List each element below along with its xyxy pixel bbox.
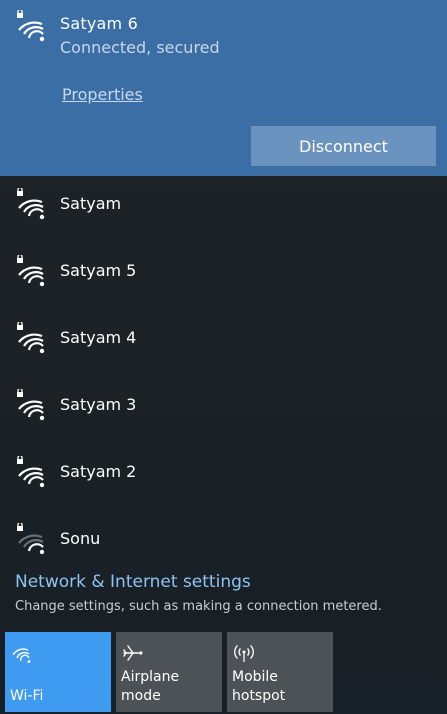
- mobile-hotspot-tile[interactable]: Mobile hotspot: [227, 632, 333, 712]
- network-name: Sonu: [60, 529, 101, 548]
- mobile-hotspot-label: Mobile hotspot: [232, 669, 286, 704]
- properties-link[interactable]: Properties: [62, 85, 143, 104]
- network-item[interactable]: Satyam 2: [0, 446, 447, 512]
- wifi-secured-icon: [14, 389, 48, 423]
- wifi-secured-icon: [14, 322, 48, 356]
- wifi-secured-icon: [14, 255, 48, 289]
- network-item[interactable]: Satyam 5: [0, 245, 447, 311]
- network-item[interactable]: Satyam 3: [0, 379, 447, 445]
- network-item[interactable]: Satyam 4: [0, 312, 447, 378]
- network-name: Satyam 2: [60, 462, 137, 481]
- disconnect-button[interactable]: Disconnect: [251, 126, 436, 166]
- network-settings-link[interactable]: Network & Internet settings: [15, 572, 251, 592]
- network-name: Satyam 3: [60, 395, 137, 414]
- network-name: Satyam: [60, 194, 122, 213]
- wifi-secured-weak-icon: [14, 523, 48, 557]
- wifi-secured-icon: [14, 188, 48, 222]
- network-item[interactable]: Satyam: [0, 178, 447, 244]
- network-name: Satyam 5: [60, 261, 137, 280]
- connected-network-panel[interactable]: Satyam 6 Connected, secured Properties D…: [0, 0, 447, 176]
- hotspot-icon: [233, 642, 255, 664]
- connection-status: Connected, secured: [60, 38, 220, 57]
- network-settings-description: Change settings, such as making a connec…: [15, 599, 382, 614]
- wifi-icon: [11, 642, 33, 664]
- airplane-mode-tile[interactable]: Airplane mode: [116, 632, 222, 712]
- connected-network-name: Satyam 6: [60, 14, 138, 33]
- wifi-toggle-tile[interactable]: Wi-Fi: [5, 632, 111, 712]
- airplane-icon: [122, 642, 144, 664]
- airplane-mode-label: Airplane mode: [121, 669, 180, 704]
- wifi-secured-icon: [14, 456, 48, 490]
- network-name: Satyam 4: [60, 328, 137, 347]
- wifi-tile-label: Wi-Fi: [10, 688, 44, 704]
- network-item[interactable]: Sonu: [0, 513, 447, 579]
- wifi-secured-icon: [14, 10, 48, 44]
